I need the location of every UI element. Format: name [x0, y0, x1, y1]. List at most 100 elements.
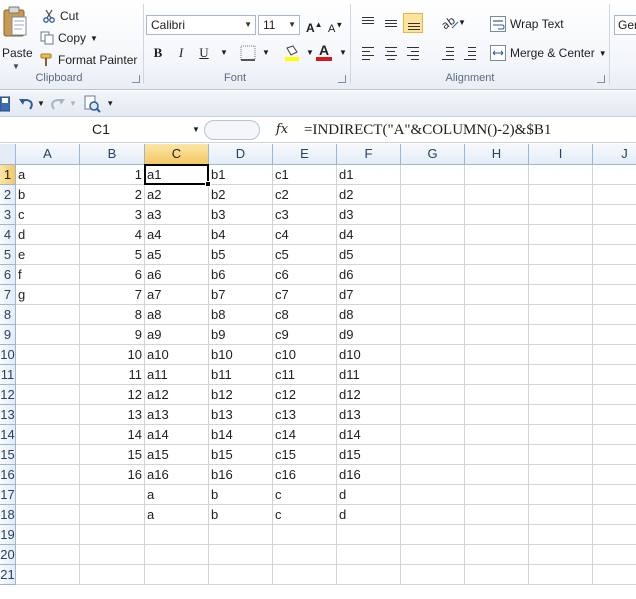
cell-g12[interactable]: [401, 385, 465, 405]
column-header-b[interactable]: B: [80, 144, 145, 165]
cell-e20[interactable]: [273, 545, 337, 565]
cell-a18[interactable]: [16, 505, 80, 525]
number-format-select[interactable]: Ger: [614, 15, 636, 35]
cell-e9[interactable]: c9: [273, 325, 337, 345]
cell-i12[interactable]: [529, 385, 593, 405]
cell-a14[interactable]: [16, 425, 80, 445]
cell-c10[interactable]: a10: [145, 345, 209, 365]
cell-j6[interactable]: [593, 265, 636, 285]
wrap-text-button[interactable]: Wrap Text: [490, 14, 564, 34]
cell-g17[interactable]: [401, 485, 465, 505]
chevron-down-icon[interactable]: ▼: [244, 20, 252, 29]
cell-f1[interactable]: d1: [337, 165, 401, 185]
cell-c2[interactable]: a2: [145, 185, 209, 205]
cell-j5[interactable]: [593, 245, 636, 265]
cell-d15[interactable]: b15: [209, 445, 273, 465]
cell-b2[interactable]: 2: [80, 185, 145, 205]
borders-icon[interactable]: [240, 45, 256, 61]
chevron-down-icon[interactable]: ▼: [288, 20, 296, 29]
cell-b14[interactable]: 14: [80, 425, 145, 445]
cell-j9[interactable]: [593, 325, 636, 345]
cell-a12[interactable]: [16, 385, 80, 405]
cell-i11[interactable]: [529, 365, 593, 385]
cell-g18[interactable]: [401, 505, 465, 525]
cell-b1[interactable]: 1: [80, 165, 145, 185]
cell-c1[interactable]: a1: [145, 165, 209, 185]
cell-i8[interactable]: [529, 305, 593, 325]
cell-a17[interactable]: [16, 485, 80, 505]
align-right-button[interactable]: [403, 43, 423, 63]
cell-a16[interactable]: [16, 465, 80, 485]
column-header-g[interactable]: G: [401, 144, 465, 165]
cell-a3[interactable]: c: [16, 205, 80, 225]
cell-c18[interactable]: a: [145, 505, 209, 525]
cell-g3[interactable]: [401, 205, 465, 225]
chevron-down-icon[interactable]: ▼: [69, 99, 77, 108]
cell-d16[interactable]: b16: [209, 465, 273, 485]
cell-d8[interactable]: b8: [209, 305, 273, 325]
increase-indent-icon[interactable]: [460, 43, 480, 63]
cell-e12[interactable]: c12: [273, 385, 337, 405]
cell-j17[interactable]: [593, 485, 636, 505]
cell-a7[interactable]: g: [16, 285, 80, 305]
cell-b16[interactable]: 16: [80, 465, 145, 485]
row-header-15[interactable]: 15: [0, 445, 16, 465]
cell-f6[interactable]: d6: [337, 265, 401, 285]
cell-e6[interactable]: c6: [273, 265, 337, 285]
cell-d20[interactable]: [209, 545, 273, 565]
middle-align-button[interactable]: [381, 13, 401, 33]
save-icon[interactable]: [0, 96, 10, 112]
cell-h20[interactable]: [465, 545, 529, 565]
cell-f16[interactable]: d16: [337, 465, 401, 485]
cell-i1[interactable]: [529, 165, 593, 185]
cell-i15[interactable]: [529, 445, 593, 465]
column-header-e[interactable]: E: [273, 144, 337, 165]
fill-color-icon[interactable]: [283, 44, 301, 62]
cell-j10[interactable]: [593, 345, 636, 365]
cell-e7[interactable]: c7: [273, 285, 337, 305]
cell-g15[interactable]: [401, 445, 465, 465]
cell-f13[interactable]: d13: [337, 405, 401, 425]
shrink-font-button[interactable]: A▼: [328, 15, 343, 35]
cell-h19[interactable]: [465, 525, 529, 545]
row-header-12[interactable]: 12: [0, 385, 16, 405]
font-name-select[interactable]: Calibri ▼: [146, 15, 256, 35]
undo-icon[interactable]: [18, 96, 34, 112]
cell-b3[interactable]: 3: [80, 205, 145, 225]
cell-i21[interactable]: [529, 565, 593, 585]
cell-f17[interactable]: d: [337, 485, 401, 505]
cell-h5[interactable]: [465, 245, 529, 265]
cell-h6[interactable]: [465, 265, 529, 285]
row-header-5[interactable]: 5: [0, 245, 16, 265]
cell-g9[interactable]: [401, 325, 465, 345]
cell-i5[interactable]: [529, 245, 593, 265]
row-header-1[interactable]: 1: [0, 165, 16, 185]
select-all-corner[interactable]: [0, 144, 16, 165]
row-header-18[interactable]: 18: [0, 505, 16, 525]
font-dialog-launcher-icon[interactable]: [338, 75, 346, 83]
cell-c6[interactable]: a6: [145, 265, 209, 285]
cell-a15[interactable]: [16, 445, 80, 465]
cell-h3[interactable]: [465, 205, 529, 225]
cell-b12[interactable]: 12: [80, 385, 145, 405]
cell-h2[interactable]: [465, 185, 529, 205]
cell-c15[interactable]: a15: [145, 445, 209, 465]
row-header-9[interactable]: 9: [0, 325, 16, 345]
cell-i19[interactable]: [529, 525, 593, 545]
cell-b5[interactable]: 5: [80, 245, 145, 265]
cell-g1[interactable]: [401, 165, 465, 185]
cell-e15[interactable]: c15: [273, 445, 337, 465]
cut-button[interactable]: Cut: [42, 7, 79, 25]
cell-c14[interactable]: a14: [145, 425, 209, 445]
cell-h21[interactable]: [465, 565, 529, 585]
cell-c13[interactable]: a13: [145, 405, 209, 425]
cell-f14[interactable]: d14: [337, 425, 401, 445]
cell-j14[interactable]: [593, 425, 636, 445]
chevron-down-icon[interactable]: ▼: [12, 62, 20, 71]
column-header-d[interactable]: D: [209, 144, 273, 165]
cell-i18[interactable]: [529, 505, 593, 525]
column-header-f[interactable]: F: [337, 144, 401, 165]
cell-c21[interactable]: [145, 565, 209, 585]
grow-font-button[interactable]: A▲: [306, 15, 323, 35]
cell-f19[interactable]: [337, 525, 401, 545]
